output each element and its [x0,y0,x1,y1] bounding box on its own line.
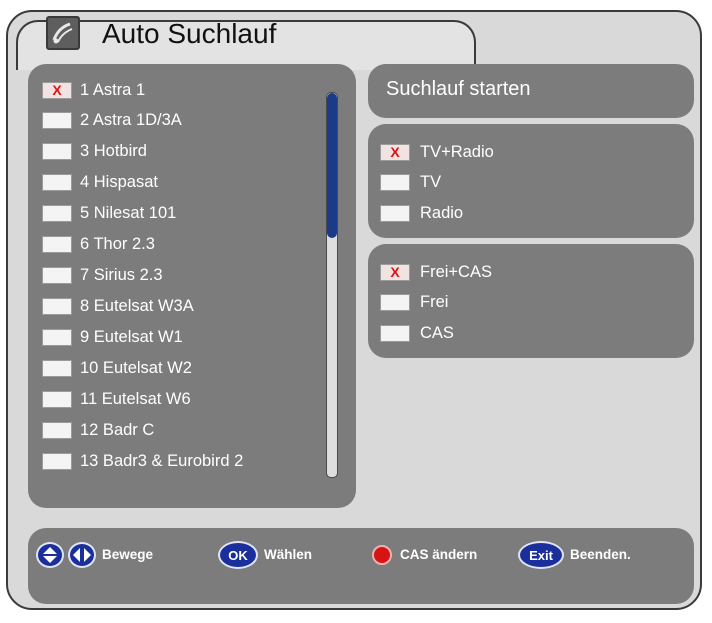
checkbox-icon[interactable] [42,173,72,191]
option-cas[interactable]: CAS [380,319,454,347]
satellite-label: 2 Astra 1D/3A [80,110,182,129]
satellite-label: 13 Badr3 & Eurobird 2 [80,451,244,470]
option-label: Radio [420,203,464,222]
scrollbar[interactable] [326,92,338,478]
list-item[interactable]: 7 Sirius 2.3 [42,261,163,289]
option-tv[interactable]: TV [380,168,441,196]
option-label: TV [420,172,442,191]
left-right-arrows-icon[interactable] [68,542,96,568]
option-label: CAS [420,323,454,342]
list-item[interactable]: 4 Hispasat [42,168,158,196]
checkbox-icon[interactable] [42,111,72,129]
satellite-dish-icon [46,16,80,50]
service-type-panel: X TV+Radio TV Radio [368,124,694,238]
list-item[interactable]: 3 Hotbird [42,137,147,165]
option-tv-radio[interactable]: X TV+Radio [380,138,494,166]
list-item[interactable]: 8 Eutelsat W3A [42,292,194,320]
start-search-label: Suchlauf starten [386,78,531,100]
satellite-label: 10 Eutelsat W2 [80,358,192,377]
list-item[interactable]: 12 Badr C [42,416,154,444]
satellite-list-panel: X 1 Astra 1 2 Astra 1D/3A 3 Hotbird 4 Hi… [28,64,356,508]
satellite-label: 1 Astra 1 [80,80,146,99]
checkbox-icon[interactable] [42,421,72,439]
option-free[interactable]: Frei [380,288,448,316]
key-legend-bar: Bewege OK Wählen CAS ändern Exit Beenden… [28,528,694,604]
satellite-label: 3 Hotbird [80,141,147,160]
list-item[interactable]: 5 Nilesat 101 [42,199,176,227]
red-button-icon[interactable] [372,545,392,565]
quit-label: Beenden. [570,547,631,562]
encryption-panel: X Frei+CAS Frei CAS [368,244,694,358]
option-radio[interactable]: Radio [380,199,463,227]
checkbox-icon[interactable] [42,235,72,253]
checkbox-icon[interactable] [42,204,72,222]
satellite-label: 11 Eutelsat W6 [80,389,191,408]
checkbox-icon[interactable] [42,359,72,377]
checkbox-icon[interactable] [42,142,72,160]
checkbox-icon[interactable] [380,173,410,191]
select-label: Wählen [264,547,313,562]
checkbox-icon[interactable] [42,328,72,346]
list-item[interactable]: 6 Thor 2.3 [42,230,155,258]
list-item[interactable]: 9 Eutelsat W1 [42,323,183,351]
satellite-label: 4 Hispasat [80,172,158,191]
start-search-button[interactable]: Suchlauf starten [368,64,694,118]
option-label: Frei+CAS [420,262,492,281]
list-item[interactable]: 11 Eutelsat W6 [42,385,191,413]
exit-button[interactable]: Exit [518,541,564,569]
option-free-cas[interactable]: X Frei+CAS [380,258,492,286]
checkbox-checked-icon[interactable]: X [380,143,410,161]
list-item[interactable]: 13 Badr3 & Eurobird 2 [42,447,243,475]
list-item[interactable]: 2 Astra 1D/3A [42,106,182,134]
ok-button[interactable]: OK [218,541,258,569]
cas-change-label: CAS ändern [400,547,478,562]
checkbox-checked-icon[interactable]: X [42,81,72,99]
move-label: Bewege [102,547,154,562]
checkbox-icon[interactable] [42,452,72,470]
option-label: Frei [420,292,449,311]
satellite-label: 6 Thor 2.3 [80,234,155,253]
scrollbar-thumb[interactable] [327,93,337,238]
satellite-label: 12 Badr C [80,420,155,439]
checkbox-icon[interactable] [380,324,410,342]
page-title: Auto Suchlauf [102,18,277,49]
checkbox-icon[interactable] [42,390,72,408]
checkbox-icon[interactable] [380,204,410,222]
checkbox-icon[interactable] [42,297,72,315]
list-item[interactable]: 10 Eutelsat W2 [42,354,192,382]
checkbox-icon[interactable] [380,293,410,311]
list-item[interactable]: X 1 Astra 1 [42,76,145,104]
satellite-label: 7 Sirius 2.3 [80,265,163,284]
checkbox-checked-icon[interactable]: X [380,263,410,281]
satellite-label: 5 Nilesat 101 [80,203,177,222]
option-label: TV+Radio [420,142,494,161]
satellite-label: 8 Eutelsat W3A [80,296,194,315]
checkbox-icon[interactable] [42,266,72,284]
satellite-label: 9 Eutelsat W1 [80,327,183,346]
up-down-arrows-icon[interactable] [36,542,64,568]
